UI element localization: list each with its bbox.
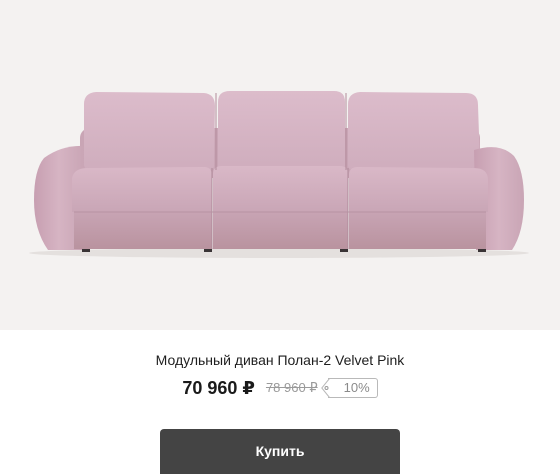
discount-value: 10% <box>343 380 370 395</box>
tag-icon <box>320 378 330 398</box>
product-title[interactable]: Модульный диван Полан-2 Velvet Pink <box>0 351 560 369</box>
product-card: Модульный диван Полан-2 Velvet Pink 70 9… <box>0 0 560 474</box>
price-row: 70 960 ₽ 78 960 ₽ 10% <box>0 376 560 400</box>
product-image[interactable] <box>0 0 560 330</box>
discount-badge: 10% <box>320 378 378 398</box>
current-price: 70 960 ₽ <box>182 377 255 398</box>
old-price: 78 960 ₽ <box>265 380 318 395</box>
buy-button[interactable]: Купить <box>160 429 400 474</box>
sofa-image <box>29 91 529 258</box>
